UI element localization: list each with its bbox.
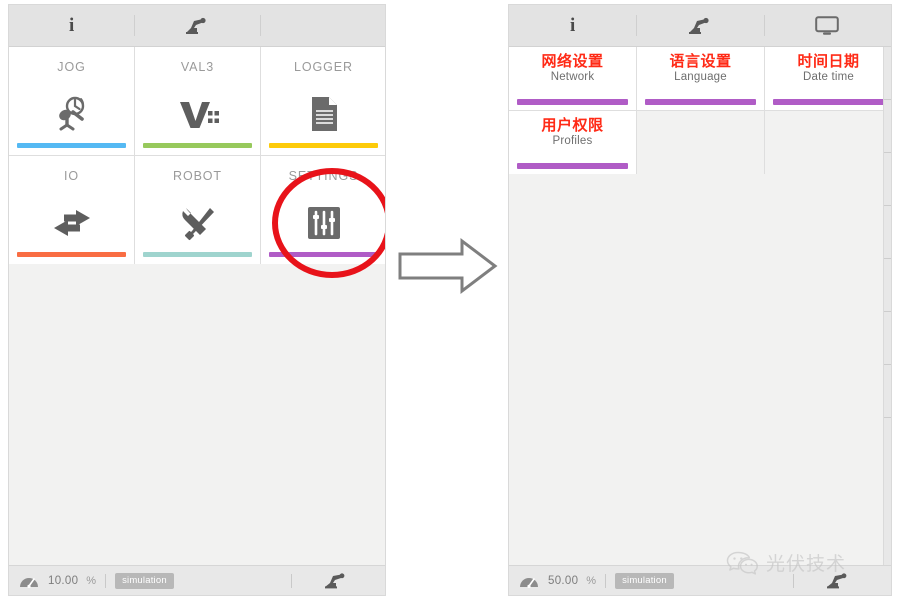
tile-accent-bar <box>517 99 628 105</box>
tile-settings[interactable]: SETTINGS <box>261 156 385 264</box>
tile-language[interactable]: 语言设置 Language <box>637 47 764 110</box>
document-icon <box>311 97 337 132</box>
robot-arm-icon <box>185 17 206 34</box>
tile-accent-bar <box>645 99 756 105</box>
tile-accent-bar <box>143 252 252 257</box>
status-badge: simulation <box>615 572 674 589</box>
tile-label-en: Language <box>674 70 727 83</box>
tile-label-cn: 网络设置 <box>541 52 604 70</box>
tile-accent-bar <box>17 143 126 148</box>
tile-label: LOGGER <box>294 60 353 74</box>
tile-label: VAL3 <box>180 60 215 74</box>
tile-network[interactable]: 网络设置 Network <box>509 47 636 110</box>
tile-placeholder <box>765 111 891 174</box>
info-icon: i <box>69 15 75 36</box>
tile-label: ROBOT <box>173 169 222 183</box>
val3-v-icon <box>179 102 219 129</box>
right-tile-grid: 网络设置 Network 语言设置 Language 时间日期 Date tim… <box>509 47 891 174</box>
left-tile-grid: JOG VAL3 LOGGER IO ROBOT SETTINGS <box>9 47 385 264</box>
right-side-rail[interactable] <box>883 47 891 565</box>
rail-tick <box>884 258 891 259</box>
tile-jog[interactable]: JOG <box>9 47 134 155</box>
toolbar-button-robot[interactable] <box>636 5 763 46</box>
robot-arm-icon[interactable] <box>323 572 349 590</box>
robot-arm-icon[interactable] <box>825 572 851 590</box>
tile-robot[interactable]: ROBOT <box>135 156 260 264</box>
monitor-icon <box>815 15 840 35</box>
status-divider <box>291 573 292 588</box>
left-status-bar: 10.00 % simulation <box>9 565 385 595</box>
tile-accent-bar <box>143 143 252 148</box>
rail-tick <box>884 417 891 418</box>
tools-icon <box>181 208 214 241</box>
tile-placeholder <box>637 111 764 174</box>
toolbar-button-robot[interactable] <box>134 5 259 46</box>
robot-arm-icon <box>688 17 709 34</box>
tile-accent-bar <box>773 99 884 105</box>
right-status-bar: 50.00 % simulation <box>509 565 891 595</box>
speed-unit: % <box>586 574 597 587</box>
tile-label: SETTINGS <box>288 169 359 183</box>
tile-label-en: Date time <box>802 70 854 83</box>
speed-gauge-icon <box>520 578 538 588</box>
tile-date-time[interactable]: 时间日期 Date time <box>765 47 891 110</box>
io-arrows-icon <box>53 210 90 237</box>
tile-accent-bar <box>269 252 378 257</box>
speed-value: 10.00 <box>48 574 79 587</box>
rail-tick <box>884 99 891 100</box>
toolbar-button-empty[interactable] <box>259 5 385 46</box>
tile-io[interactable]: IO <box>9 156 134 264</box>
tile-logger[interactable]: LOGGER <box>261 47 385 155</box>
rail-tick <box>884 364 891 365</box>
status-divider <box>793 573 794 588</box>
teach-pendant-home-panel: i JOG VAL3 LOGGER IO ROBOT SETTINGS 10.0… <box>8 4 386 596</box>
info-icon: i <box>570 15 576 36</box>
speed-gauge-icon <box>20 578 38 588</box>
rail-tick <box>884 311 891 312</box>
tile-label-en: Network <box>550 70 595 83</box>
status-badge: simulation <box>115 572 174 589</box>
tile-accent-bar <box>269 143 378 148</box>
tile-label-cn: 用户权限 <box>541 116 604 134</box>
joystick-icon <box>58 97 84 131</box>
status-divider <box>605 573 607 588</box>
speed-value: 50.00 <box>548 574 579 587</box>
sliders-icon <box>307 207 340 240</box>
tile-label-cn: 语言设置 <box>669 52 732 70</box>
left-toolbar: i <box>9 5 385 47</box>
speed-unit: % <box>86 574 97 587</box>
toolbar-button-info[interactable]: i <box>509 5 636 46</box>
tile-accent-bar <box>17 252 126 257</box>
tile-label: JOG <box>57 60 86 74</box>
rail-tick <box>884 205 891 206</box>
tile-profiles[interactable]: 用户权限 Profiles <box>509 111 636 174</box>
toolbar-button-display[interactable] <box>763 5 891 46</box>
tile-label-en: Profiles <box>552 134 593 147</box>
flow-arrow-right <box>398 237 498 295</box>
right-toolbar: i <box>509 5 891 47</box>
rail-tick <box>884 152 891 153</box>
tile-val3[interactable]: VAL3 <box>135 47 260 155</box>
status-divider <box>105 573 107 588</box>
tile-accent-bar <box>517 163 628 169</box>
toolbar-button-info[interactable]: i <box>9 5 134 46</box>
tile-label-cn: 时间日期 <box>797 52 860 70</box>
teach-pendant-settings-panel: i 网络设置 Network 语言设置 Language 时间日期 Date t… <box>508 4 892 596</box>
tile-label: IO <box>64 169 79 183</box>
